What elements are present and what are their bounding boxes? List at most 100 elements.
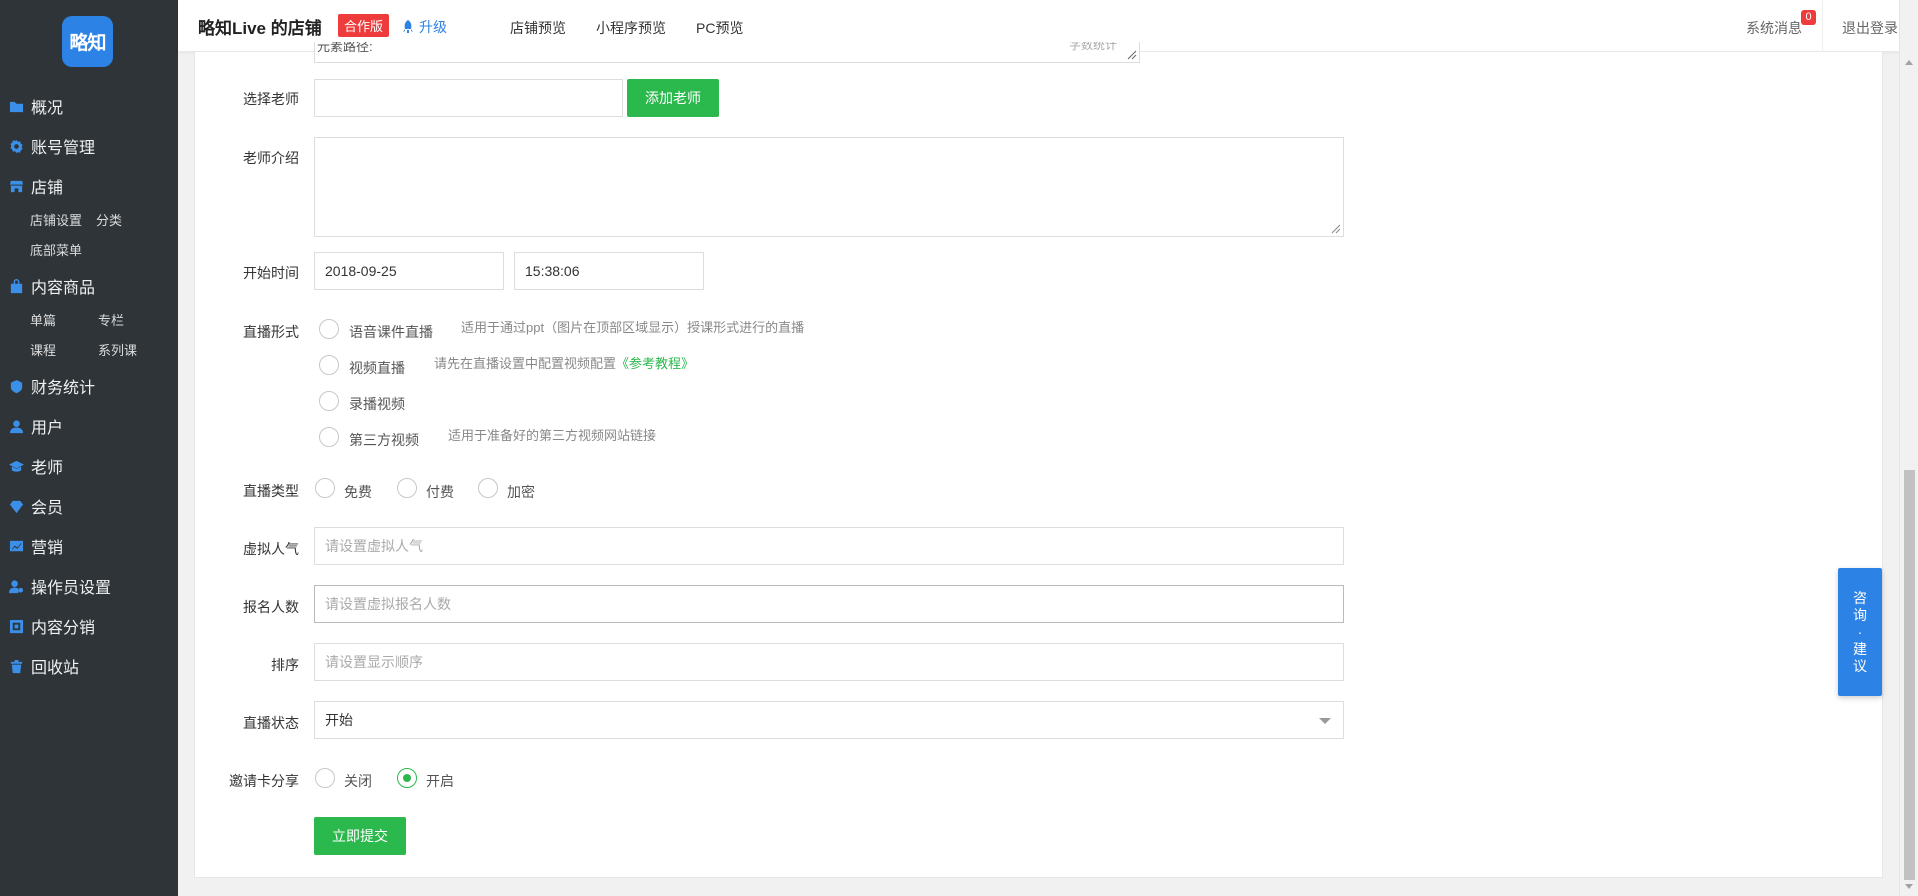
scroll-down-arrow-icon[interactable] — [1905, 884, 1913, 889]
consult-char-1: 咨 — [1853, 589, 1867, 606]
subnav-category[interactable]: 分类 — [96, 206, 122, 236]
system-messages-link[interactable]: 系统消息 — [1746, 18, 1802, 38]
sidebar-item-overview[interactable]: 概况 — [0, 86, 178, 126]
radio-video-live-label: 视频直播 — [349, 360, 405, 376]
subnav-single[interactable]: 单篇 — [30, 306, 86, 336]
store-icon — [8, 178, 24, 194]
radio-invite-off-label: 关闭 — [344, 773, 372, 789]
radio-encrypted[interactable] — [478, 478, 498, 498]
teacher-intro-textarea[interactable] — [314, 137, 1344, 237]
live-form-label: 直播形式 — [243, 324, 299, 340]
virtual-popularity-input[interactable]: 请设置虚拟人气 — [314, 527, 1344, 565]
signup-count-label: 报名人数 — [243, 599, 299, 615]
teacher-select-input[interactable] — [314, 79, 623, 117]
radio-third-party-video[interactable] — [319, 427, 339, 447]
subnav-series[interactable]: 系列课 — [98, 336, 154, 366]
live-status-value: 开始 — [325, 712, 353, 728]
user-icon — [8, 418, 24, 434]
teacher-icon — [8, 458, 24, 474]
subnav-bottom-menu[interactable]: 底部菜单 — [30, 236, 82, 266]
trash-icon — [8, 658, 24, 674]
brand-logo[interactable]: 略知 — [62, 16, 113, 67]
signup-count-input[interactable]: 请设置虚拟报名人数 — [314, 585, 1344, 623]
sidebar-item-operator[interactable]: 操作员设置 — [0, 566, 178, 606]
video-live-hint: 请先在直播设置中配置视频配置《参考教程》 — [434, 353, 694, 372]
store-subnav: 店铺设置 分类 底部菜单 — [0, 206, 178, 266]
start-time-input[interactable]: 15:38:06 — [514, 252, 704, 290]
radio-invite-on[interactable] — [397, 768, 417, 788]
subnav-column[interactable]: 专栏 — [98, 306, 154, 336]
diamond-icon — [8, 498, 24, 514]
teacher-label: 选择老师 — [243, 91, 299, 107]
video-live-hint-text: 请先在直播设置中配置视频配置 — [434, 356, 617, 371]
start-time-label: 开始时间 — [243, 265, 299, 281]
radio-invite-on-label: 开启 — [426, 773, 454, 789]
start-date-input[interactable]: 2018-09-25 — [314, 252, 504, 290]
consult-char-2: 询 — [1853, 606, 1867, 623]
sidebar-item-member[interactable]: 会员 — [0, 486, 178, 526]
word-count-text: 字数统计 — [1068, 42, 1117, 52]
sidebar-item-store[interactable]: 店铺 — [0, 166, 178, 206]
subnav-course[interactable]: 课程 — [30, 336, 86, 366]
radio-free[interactable] — [315, 478, 335, 498]
pc-preview-link[interactable]: PC预览 — [696, 18, 743, 38]
radio-paid[interactable] — [397, 478, 417, 498]
sidebar-item-users[interactable]: 用户 — [0, 406, 178, 446]
folder-icon — [8, 98, 24, 114]
scrollbar-thumb[interactable] — [1904, 470, 1915, 880]
sidebar-item-label: 内容商品 — [31, 280, 96, 297]
sidebar-item-account[interactable]: 账号管理 — [0, 126, 178, 166]
invite-share-label: 邀请卡分享 — [229, 773, 299, 789]
radio-encrypted-label: 加密 — [507, 484, 535, 500]
sidebar-item-marketing[interactable]: 营销 — [0, 526, 178, 566]
consult-char-4: 建 — [1853, 640, 1867, 657]
consult-suggest-button[interactable]: 咨 询 · 建 议 — [1838, 568, 1882, 696]
radio-voice-live-label: 语音课件直播 — [349, 324, 433, 340]
sidebar-item-trash[interactable]: 回收站 — [0, 646, 178, 686]
store-preview-link[interactable]: 店铺预览 — [510, 18, 566, 38]
subnav-store-settings[interactable]: 店铺设置 — [30, 206, 82, 236]
sidebar-item-label: 财务统计 — [31, 380, 96, 397]
miniprogram-preview-link[interactable]: 小程序预览 — [596, 18, 666, 38]
sort-label: 排序 — [271, 657, 299, 673]
radio-voice-live[interactable] — [319, 319, 339, 339]
edition-badge: 合作版 — [338, 14, 390, 37]
upgrade-link[interactable]: 升级 — [402, 17, 447, 37]
resize-handle-icon[interactable] — [1331, 224, 1341, 234]
sidebar-item-label: 账号管理 — [31, 140, 96, 157]
sidebar-item-label: 营销 — [31, 540, 64, 557]
scroll-up-arrow-icon[interactable] — [1905, 60, 1913, 65]
sort-input[interactable]: 请设置显示顺序 — [314, 643, 1344, 681]
radio-free-label: 免费 — [344, 484, 372, 500]
third-party-hint: 适用于准备好的第三方视频网站链接 — [448, 428, 657, 443]
live-status-label: 直播状态 — [243, 715, 299, 731]
radio-third-party-video-label: 第三方视频 — [349, 432, 419, 448]
reference-tutorial-link[interactable]: 《参考教程》 — [616, 356, 694, 371]
gear-icon — [8, 138, 24, 154]
preview-nav: 店铺预览 小程序预览 PC预览 — [510, 18, 773, 38]
operator-icon — [8, 578, 24, 594]
page-scrollbar[interactable] — [1899, 0, 1918, 896]
sidebar-item-finance[interactable]: 财务统计 — [0, 366, 178, 406]
radio-invite-off[interactable] — [315, 768, 335, 788]
sidebar-item-content[interactable]: 内容商品 — [0, 266, 178, 306]
rocket-icon — [403, 20, 413, 33]
radio-recorded-video-label: 录播视频 — [349, 396, 405, 412]
sidebar-item-label: 内容分销 — [31, 620, 96, 637]
radio-video-live[interactable] — [319, 355, 339, 375]
sidebar-item-distribution[interactable]: 内容分销 — [0, 606, 178, 646]
teacher-intro-label: 老师介绍 — [243, 150, 299, 166]
content-subnav: 单篇 专栏 课程 系列课 — [0, 306, 178, 366]
sidebar-item-label: 会员 — [31, 500, 64, 517]
add-teacher-button[interactable]: 添加老师 — [627, 79, 719, 117]
upgrade-label: 升级 — [419, 19, 447, 35]
radio-recorded-video[interactable] — [319, 391, 339, 411]
logout-link[interactable]: 退出登录 — [1842, 18, 1898, 38]
sidebar-item-label: 操作员设置 — [31, 580, 112, 597]
submit-button[interactable]: 立即提交 — [314, 817, 406, 855]
sidebar-item-teacher[interactable]: 老师 — [0, 446, 178, 486]
sidebar-item-label: 用户 — [31, 420, 64, 437]
message-count-badge: 0 — [1801, 10, 1816, 25]
resize-handle-icon[interactable] — [1127, 50, 1137, 60]
live-status-select[interactable]: 开始 — [314, 701, 1344, 739]
